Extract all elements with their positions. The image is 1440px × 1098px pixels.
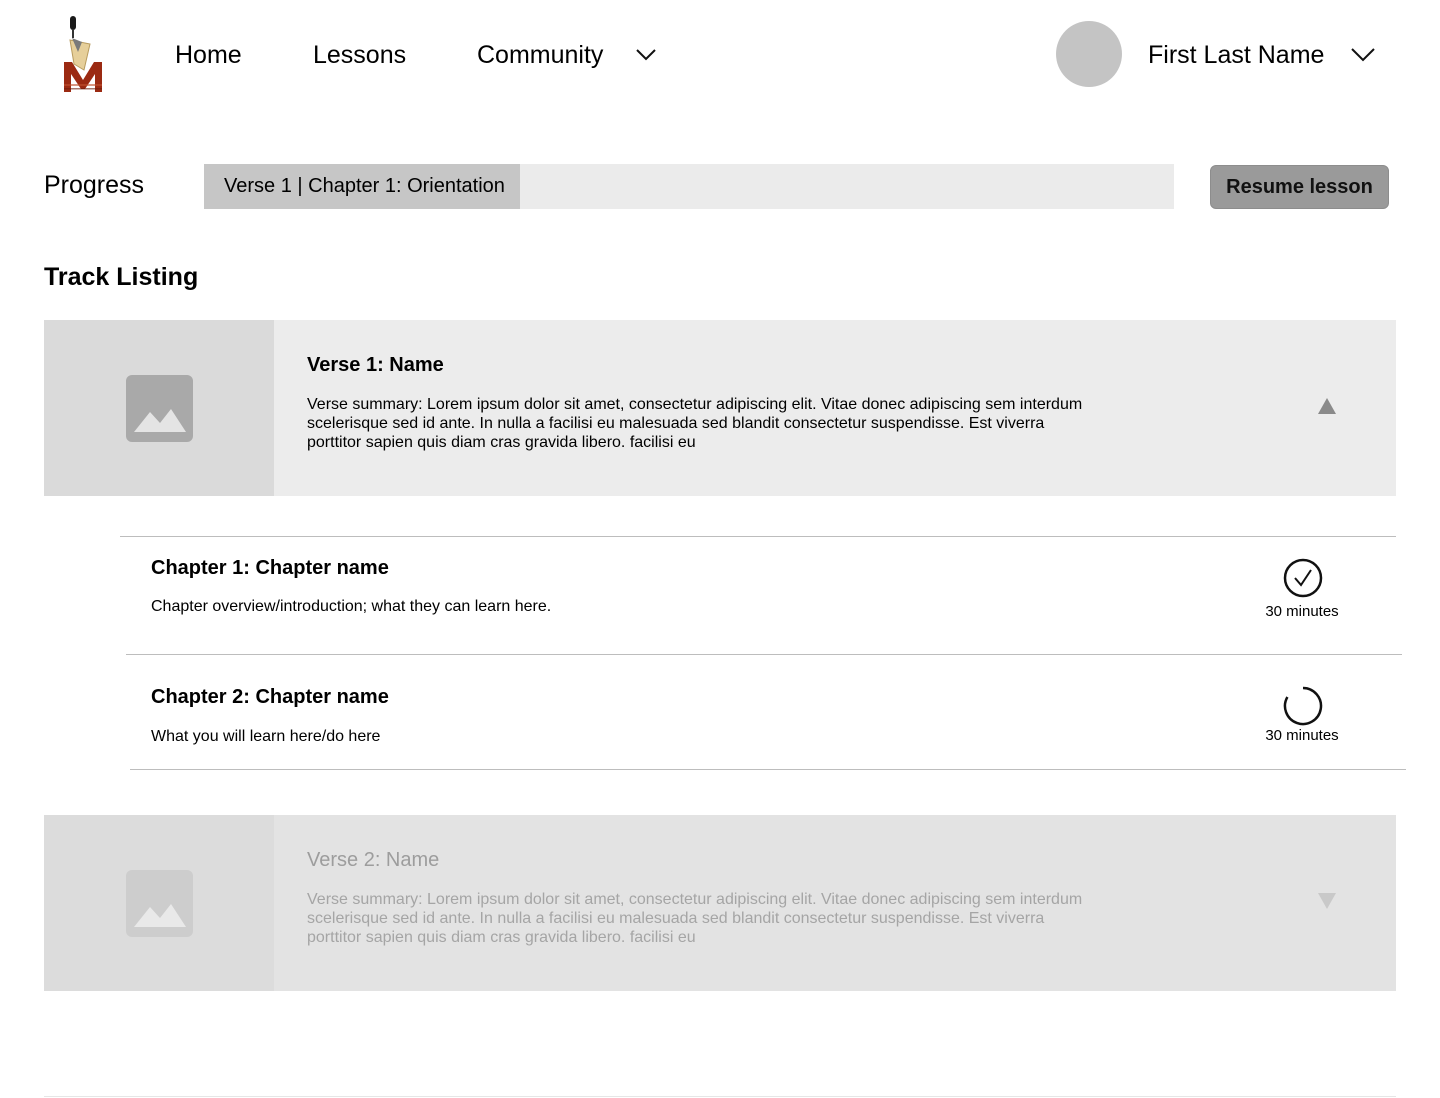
user-name[interactable]: First Last Name bbox=[1148, 40, 1324, 70]
chapter-duration: 30 minutes bbox=[1265, 603, 1339, 620]
track-listing-title: Track Listing bbox=[44, 263, 199, 291]
verse-card[interactable]: Verse 2: Name Verse summary: Lorem ipsum… bbox=[44, 815, 1396, 991]
verse-summary: Verse summary: Lorem ipsum dolor sit ame… bbox=[307, 396, 1083, 451]
chapter-title: Chapter 2: Chapter name bbox=[151, 686, 389, 708]
progress-label: Progress bbox=[44, 171, 145, 199]
resume-lesson-button[interactable]: Resume lesson bbox=[1210, 165, 1389, 209]
verse-summary: Verse summary: Lorem ipsum dolor sit ame… bbox=[307, 891, 1083, 946]
chapter-item[interactable]: Chapter 2: Chapter name What you will le… bbox=[126, 655, 1402, 769]
chevron-down-icon[interactable] bbox=[634, 46, 658, 62]
verse-card[interactable]: Verse 1: Name Verse summary: Lorem ipsum… bbox=[44, 320, 1396, 496]
avatar[interactable] bbox=[1056, 21, 1122, 87]
collapse-triangle-icon[interactable] bbox=[1316, 396, 1338, 416]
in-progress-icon bbox=[1283, 686, 1323, 726]
expand-triangle-icon[interactable] bbox=[1316, 891, 1338, 911]
nav-lessons-link[interactable]: Lessons bbox=[313, 40, 406, 70]
image-placeholder-icon bbox=[126, 870, 193, 937]
completed-check-icon bbox=[1283, 558, 1323, 598]
divider bbox=[130, 769, 1406, 770]
verse-title: Verse 1: Name bbox=[307, 354, 444, 376]
chapter-duration: 30 minutes bbox=[1265, 727, 1339, 744]
progress-bar: Verse 1 | Chapter 1: Orientation bbox=[204, 164, 1174, 209]
nav-home-link[interactable]: Home bbox=[175, 40, 242, 70]
image-placeholder-icon bbox=[126, 375, 193, 442]
progress-bar-fill: Verse 1 | Chapter 1: Orientation bbox=[204, 164, 520, 209]
chapter-description: Chapter overview/introduction; what they… bbox=[151, 598, 552, 615]
verse-title: Verse 2: Name bbox=[307, 849, 440, 871]
chevron-down-icon[interactable] bbox=[1350, 45, 1376, 63]
progress-current-lesson: Verse 1 | Chapter 1: Orientation bbox=[224, 175, 505, 197]
chapter-item[interactable]: Chapter 1: Chapter name Chapter overview… bbox=[120, 537, 1396, 654]
chapter-description: What you will learn here/do here bbox=[151, 728, 381, 745]
footer-divider bbox=[44, 1096, 1396, 1097]
verse-thumbnail bbox=[44, 815, 274, 991]
chapter-title: Chapter 1: Chapter name bbox=[151, 557, 389, 579]
logo-icon[interactable] bbox=[60, 14, 106, 94]
nav-community-link[interactable]: Community bbox=[477, 40, 603, 70]
verse-thumbnail bbox=[44, 320, 274, 496]
